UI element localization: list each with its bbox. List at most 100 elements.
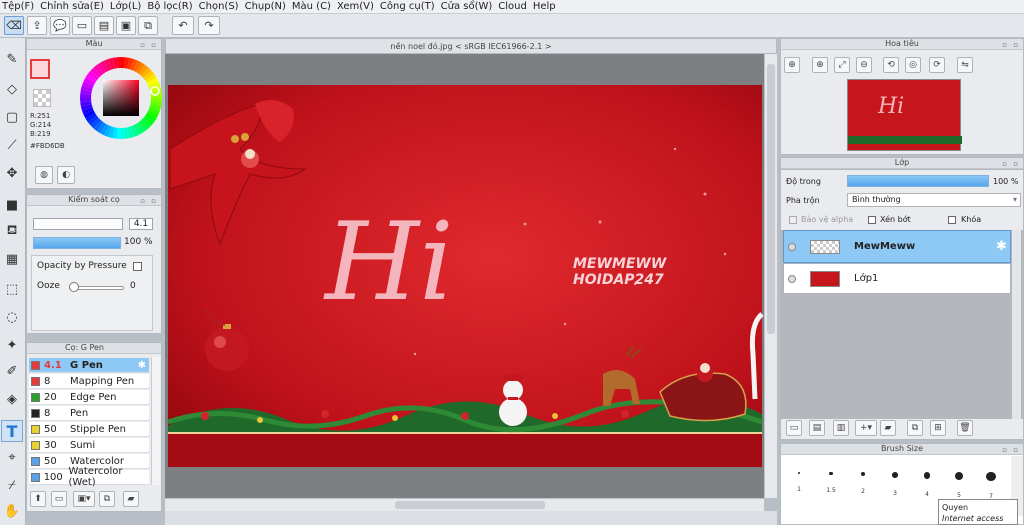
selection-pen-icon[interactable]: ✐ — [1, 360, 23, 382]
artwork-canvas[interactable]: Hi MEWMEWW HOIDAP247 — [165, 54, 764, 498]
opacity-slider[interactable] — [33, 237, 121, 249]
menu-item[interactable]: Chỉnh sửa(E) — [39, 1, 109, 12]
rotate-left-icon[interactable]: ⟲ — [883, 57, 899, 73]
menu-item[interactable]: Bộ lọc(R) — [146, 1, 197, 12]
transparent-color-swatch[interactable] — [33, 89, 51, 107]
brush-size-cell[interactable]: 1.5 — [816, 458, 846, 494]
main-color-swatch[interactable] — [30, 59, 50, 79]
copy-layer-icon[interactable]: ⧉ — [907, 420, 923, 436]
menu-item[interactable]: Chụp(N) — [244, 1, 291, 12]
brush-size-cell[interactable]: 5 — [944, 458, 974, 499]
menu-item[interactable]: Màu (C) — [291, 1, 336, 12]
merge-layer-icon[interactable]: ⊞ — [930, 420, 946, 436]
fit-window-icon[interactable]: ⤢ — [834, 57, 850, 73]
pen-tool-icon[interactable]: ✎ — [1, 48, 23, 70]
brush-tool-icon[interactable]: ⟋ — [1, 134, 23, 156]
brush-add-icon[interactable]: ⬆ — [30, 491, 46, 507]
brush-list-item[interactable]: 50 Stipple Pen — [29, 422, 149, 437]
eyedropper-icon[interactable]: ⌿ — [1, 474, 23, 496]
monitor-icon[interactable]: ▭ — [72, 16, 92, 35]
lasso-tool-icon[interactable]: ◌ — [1, 306, 23, 328]
zoom-out-icon[interactable]: ⊖ — [856, 57, 872, 73]
menu-item[interactable]: Tệp(F) — [1, 1, 39, 12]
export-icon[interactable]: ⇪ — [27, 16, 47, 35]
color-wheel[interactable] — [80, 57, 162, 139]
brush-list-scrollbar[interactable] — [151, 357, 160, 485]
blend-mode-select[interactable]: Bình thường ▾ — [847, 193, 1021, 207]
navigator-thumbnail[interactable]: Hi — [847, 79, 962, 151]
menu-item[interactable]: Xem(V) — [336, 1, 379, 12]
menu-item[interactable]: Chọn(S) — [198, 1, 244, 12]
layer-settings-gear-icon[interactable]: ✱ — [996, 239, 1007, 254]
brush-size-cell[interactable]: 1 — [784, 458, 814, 493]
zoom-fit-icon[interactable]: ⊕ — [784, 57, 800, 73]
canvas-area[interactable]: Hi MEWMEWW HOIDAP247 — [165, 54, 764, 498]
brush-size-cell[interactable]: 2 — [848, 458, 878, 495]
reset-rotation-icon[interactable]: ◎ — [905, 57, 921, 73]
menu-item[interactable]: Cloud — [497, 1, 532, 12]
layer-folder-icon[interactable]: ▰ — [880, 420, 896, 436]
new-folder-layer-icon[interactable]: ▥ — [833, 420, 849, 436]
hand-tool-icon[interactable]: ✋ — [1, 500, 23, 522]
eraser-mode-icon[interactable]: ⌫ — [4, 16, 24, 35]
rotate-right-icon[interactable]: ⟳ — [929, 57, 945, 73]
redo-button[interactable]: ↷ — [198, 16, 220, 35]
menu-item[interactable]: Lớp(L) — [109, 1, 146, 12]
brush-settings-gear-icon[interactable]: ✱ — [138, 360, 146, 371]
canvas-vertical-scrollbar[interactable] — [764, 54, 777, 498]
new-vector-layer-icon[interactable]: ▤ — [809, 420, 825, 436]
palette-icon[interactable]: ◍ — [35, 166, 53, 184]
brush-size-cell[interactable]: 4 — [912, 458, 942, 498]
brush-list-item[interactable]: 20 Edge Pen — [29, 390, 149, 405]
magic-wand-icon[interactable]: ✦ — [1, 334, 23, 356]
eraser-tool-icon[interactable]: ◇ — [1, 78, 23, 100]
size-slider[interactable] — [33, 218, 123, 230]
layer-visibility-toggle[interactable] — [788, 243, 796, 251]
protect-alpha-checkbox[interactable] — [789, 216, 797, 224]
transform-icon[interactable]: ⧉ — [138, 16, 158, 35]
brush-size-cell[interactable]: 3 — [880, 458, 910, 497]
lasso-rect-icon[interactable]: ⬚ — [1, 278, 23, 300]
delete-layer-icon[interactable]: 🗑 — [957, 420, 973, 436]
menu-item[interactable]: Cửa sổ(W) — [440, 1, 498, 12]
new-layer-icon[interactable]: ▭ — [786, 420, 802, 436]
document-icon[interactable]: ▤ — [94, 16, 114, 35]
fill-rect-icon[interactable]: ■ — [1, 194, 23, 216]
brush-copy-icon[interactable]: ⧉ — [99, 491, 115, 507]
layer-opacity-slider[interactable] — [847, 175, 989, 187]
add-layer-menu-icon[interactable]: +▾ — [855, 420, 877, 436]
brush-new-icon[interactable]: ▭ — [51, 491, 67, 507]
undo-button[interactable]: ↶ — [172, 16, 194, 35]
layer-row-mewmeww[interactable]: MewMeww ✱ — [783, 230, 1011, 263]
brush-open-folder-icon[interactable]: ▰ — [123, 491, 139, 507]
layer-row-lop1[interactable]: Lớp1 — [783, 263, 1011, 294]
layer-visibility-toggle[interactable] — [788, 275, 796, 283]
canvas-horizontal-scrollbar[interactable] — [165, 498, 764, 511]
gradient-tool-icon[interactable]: ▦ — [1, 248, 23, 270]
color-set-icon[interactable]: ◐ — [57, 166, 75, 184]
rectangle-select-icon[interactable]: ▢ — [1, 106, 23, 128]
move-tool-icon[interactable]: ✥ — [1, 162, 23, 184]
bucket-fill-icon[interactable]: ⛾ — [1, 220, 23, 242]
brush-list-item[interactable]: 30 Sumi — [29, 438, 149, 453]
menu-item[interactable]: Help — [532, 1, 561, 12]
brush-list-item[interactable]: 100 Watercolor (Wet) — [29, 466, 149, 488]
brush-list-item[interactable]: 8 Mapping Pen — [29, 374, 149, 389]
text-tool-icon[interactable]: T — [1, 420, 23, 442]
horizontal-scroll-thumb[interactable] — [395, 501, 545, 509]
lock-checkbox[interactable] — [948, 216, 956, 224]
selection-eraser-icon[interactable]: ◈ — [1, 388, 23, 410]
brush-folder-icon[interactable]: ▣▾ — [73, 491, 95, 507]
speech-bubble-icon[interactable]: 💬 — [50, 16, 70, 35]
flip-horizontal-icon[interactable]: ⇋ — [957, 57, 973, 73]
operation-tool-icon[interactable]: ⌖ — [1, 446, 23, 468]
opacity-pressure-checkbox[interactable] — [133, 262, 142, 271]
clipping-checkbox[interactable] — [868, 216, 876, 224]
size-value[interactable]: 4.1 — [129, 218, 153, 230]
ooze-slider-handle[interactable] — [69, 282, 79, 292]
menu-item[interactable]: Công cụ(T) — [379, 1, 440, 12]
vertical-scroll-thumb[interactable] — [767, 64, 775, 334]
brush-list-item[interactable]: 4.1 G Pen ✱ — [29, 358, 149, 373]
layer-list-scrollbar[interactable] — [1012, 230, 1021, 420]
document-tab[interactable]: nền noel đỏ.jpg < sRGB IEC61966-2.1 > — [165, 38, 777, 54]
